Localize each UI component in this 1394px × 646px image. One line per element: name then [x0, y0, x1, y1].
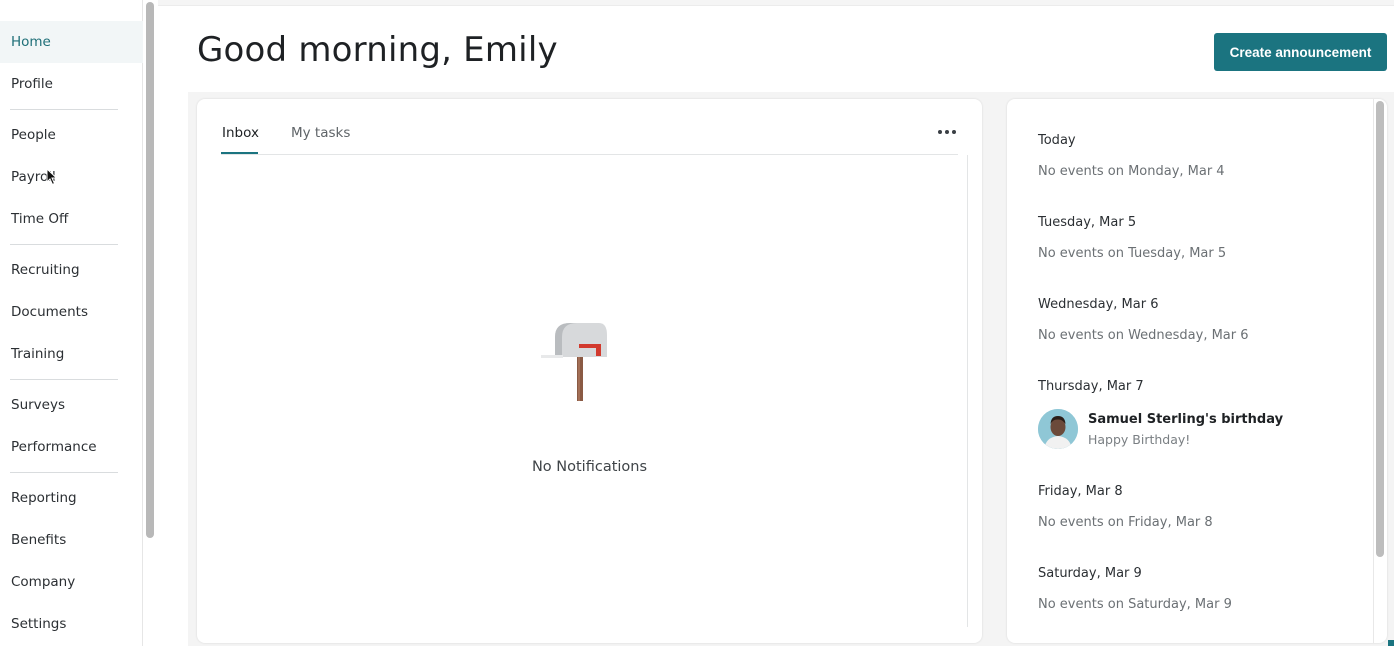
event-empty-text: No events on Wednesday, Mar 6 [1038, 328, 1249, 343]
sidebar-item-reporting[interactable]: Reporting [0, 477, 143, 519]
nav-divider [10, 379, 118, 380]
birthday-event-title[interactable]: Samuel Sterling's birthday [1088, 412, 1283, 427]
sidebar-item-people[interactable]: People [0, 114, 143, 156]
sidebar-item-company[interactable]: Company [0, 561, 143, 603]
event-day-label: Wednesday, Mar 6 [1038, 297, 1159, 312]
event-empty-text: No events on Friday, Mar 8 [1038, 515, 1213, 530]
event-empty-text: No events on Tuesday, Mar 5 [1038, 246, 1227, 261]
sidebar-item-documents[interactable]: Documents [0, 291, 143, 333]
active-tab-indicator [221, 152, 258, 154]
events-scrollbar[interactable] [1376, 101, 1384, 557]
sidebar-nav: Home Profile People Payroll Time Off Rec… [0, 0, 143, 646]
sidebar-item-home[interactable]: Home [0, 21, 143, 63]
inbox-card: Inbox My tasks No Notifications [197, 99, 982, 643]
corner-indicator [1388, 640, 1394, 646]
inbox-scrollbar [967, 155, 968, 627]
event-day-label: Friday, Mar 8 [1038, 484, 1123, 499]
sidebar-item-settings[interactable]: Settings [0, 603, 143, 645]
tabs-divider [221, 154, 958, 155]
sidebar-item-recruiting[interactable]: Recruiting [0, 249, 143, 291]
tab-my-tasks[interactable]: My tasks [291, 125, 350, 141]
events-card: Today No events on Monday, Mar 4 Tuesday… [1007, 99, 1387, 643]
create-announcement-button[interactable]: Create announcement [1214, 33, 1387, 71]
event-day-label: Tuesday, Mar 5 [1038, 215, 1137, 230]
sidebar-item-payroll[interactable]: Payroll [0, 156, 143, 198]
avatar[interactable] [1038, 409, 1078, 449]
page-title: Good morning, Emily [197, 30, 558, 70]
empty-state-text: No Notifications [531, 459, 648, 475]
mailbox-icon [541, 323, 607, 401]
sidebar-item-training[interactable]: Training [0, 333, 143, 375]
sidebar-item-surveys[interactable]: Surveys [0, 384, 143, 426]
sidebar-item-performance[interactable]: Performance [0, 426, 143, 468]
nav-divider [10, 244, 118, 245]
event-day-label: Saturday, Mar 9 [1038, 566, 1142, 581]
mouse-cursor-icon [46, 168, 58, 186]
event-empty-text: No events on Saturday, Mar 9 [1038, 597, 1232, 612]
sidebar-scrollbar[interactable] [146, 2, 154, 538]
nav-divider [10, 472, 118, 473]
sidebar-item-time-off[interactable]: Time Off [0, 198, 143, 240]
nav-divider [10, 109, 118, 110]
event-empty-text: No events on Monday, Mar 4 [1038, 164, 1225, 179]
event-day-label: Thursday, Mar 7 [1038, 379, 1144, 394]
sidebar-item-profile[interactable]: Profile [0, 63, 143, 105]
events-scroll-track [1373, 99, 1374, 643]
event-day-label: Today [1038, 133, 1076, 148]
birthday-event-subtitle: Happy Birthday! [1088, 432, 1191, 447]
sidebar-item-benefits[interactable]: Benefits [0, 519, 143, 561]
tab-inbox[interactable]: Inbox [222, 125, 259, 141]
more-options-icon[interactable] [935, 123, 959, 141]
